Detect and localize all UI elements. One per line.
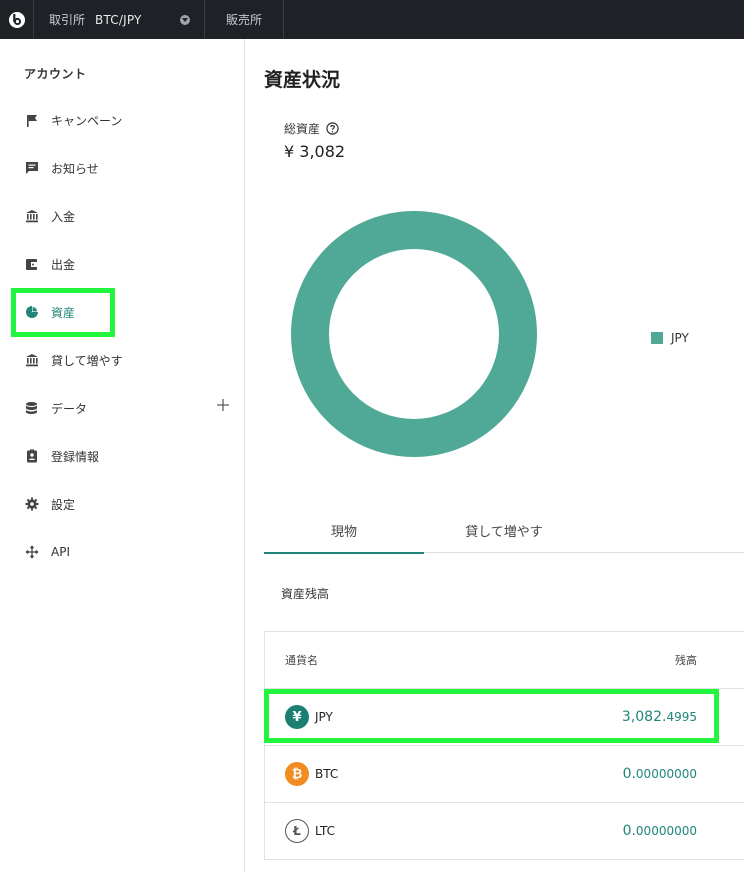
balance-cell: 3,082.4995	[622, 709, 697, 725]
sidebar-item-campaign[interactable]: キャンペーン	[0, 96, 244, 144]
gear-icon	[24, 497, 39, 512]
sidebar-item-label: 設定	[51, 497, 76, 512]
sidebar-item-label: お知らせ	[51, 161, 99, 176]
message-icon	[24, 161, 39, 176]
sidebar-item-label: 貸して増やす	[51, 353, 123, 368]
currency-cell: ₿ BTC	[285, 762, 338, 786]
total-assets-value: ¥ 3,082	[284, 142, 346, 161]
sidebar-item-assets[interactable]: 資産	[0, 288, 244, 336]
sidebar-item-data[interactable]: データ	[0, 384, 244, 432]
exchange-selector[interactable]: 取引所 BTC/JPY	[34, 0, 205, 39]
sidebar: アカウント キャンペーン お知らせ 入金 出金 資産 貸して増やす データ 登録…	[0, 39, 245, 872]
yen-coin-icon: ¥	[285, 705, 309, 729]
sidebar-item-label: 登録情報	[51, 449, 100, 464]
exchange-label: 取引所	[49, 13, 86, 27]
balance-fraction: 00000000	[635, 767, 697, 781]
bank-icon	[24, 353, 39, 368]
balance-cell: 0.00000000	[623, 766, 697, 782]
header-balance: 残高	[675, 654, 697, 667]
sidebar-item-label: 資産	[51, 305, 76, 320]
dropdown-icon	[180, 14, 190, 25]
balance-main: 3,082.	[621, 709, 667, 725]
balance-main: 0.	[622, 823, 636, 839]
sales-tab[interactable]: 販売所	[205, 0, 284, 39]
main-content: 資産状況 総資産 ¥ 3,082 JPY 現物 貸して増やす 資産残高 通貨名 …	[245, 39, 744, 872]
currency-name: LTC	[315, 824, 336, 838]
flag-icon	[24, 113, 39, 128]
sidebar-heading: アカウント	[24, 67, 87, 81]
top-bar: 取引所 BTC/JPY 販売所	[0, 0, 744, 39]
sidebar-item-label: キャンペーン	[51, 113, 123, 128]
header-currency: 通貨名	[285, 654, 318, 667]
litecoin-coin-icon: Ł	[285, 819, 309, 843]
total-assets-text: 総資産	[284, 122, 321, 136]
logo-icon	[8, 11, 25, 28]
sidebar-item-label: 入金	[51, 209, 76, 224]
sidebar-item-label: 出金	[51, 257, 76, 272]
balance-table: 通貨名 残高 ¥ JPY 3,082.4995 ₿ BTC 0.00000000…	[264, 631, 744, 860]
bitcoin-coin-icon: ₿	[285, 762, 309, 786]
sidebar-item-lending[interactable]: 貸して増やす	[0, 336, 244, 384]
asset-donut-chart	[291, 211, 537, 457]
bitbank-logo[interactable]	[0, 0, 34, 39]
currency-cell: ¥ JPY	[285, 705, 333, 729]
database-icon	[24, 401, 39, 416]
sidebar-item-profile[interactable]: 登録情報	[0, 432, 244, 480]
sidebar-item-settings[interactable]: 設定	[0, 480, 244, 528]
legend-label-jpy: JPY	[671, 331, 689, 345]
pair-label: BTC/JPY	[95, 12, 142, 27]
sidebar-item-news[interactable]: お知らせ	[0, 144, 244, 192]
pie-chart-icon	[24, 305, 39, 320]
legend-swatch-jpy	[651, 332, 663, 344]
bank-icon	[24, 209, 39, 224]
balance-fraction: 4995	[666, 710, 697, 724]
page-title: 資産状況	[264, 69, 341, 91]
sidebar-item-label: API	[51, 545, 70, 559]
expand-plus-icon[interactable]	[216, 398, 230, 412]
balance-main: 0.	[622, 766, 636, 782]
sidebar-item-api[interactable]: API	[0, 528, 244, 576]
table-row[interactable]: Ł LTC 0.00000000	[265, 803, 744, 860]
tab-lending[interactable]: 貸して増やす	[424, 507, 584, 553]
asset-tabs: 現物 貸して増やす	[264, 507, 744, 554]
table-row[interactable]: ¥ JPY 3,082.4995	[265, 689, 744, 746]
donut-slice-jpy	[291, 211, 537, 457]
balance-fraction: 00000000	[635, 824, 697, 838]
table-row[interactable]: ₿ BTC 0.00000000	[265, 746, 744, 803]
table-header: 通貨名 残高	[265, 632, 744, 689]
sidebar-item-withdraw[interactable]: 出金	[0, 240, 244, 288]
total-assets-label: 総資産	[284, 120, 339, 137]
currency-cell: Ł LTC	[285, 819, 335, 843]
id-badge-icon	[24, 449, 39, 464]
sidebar-item-deposit[interactable]: 入金	[0, 192, 244, 240]
api-icon	[24, 545, 39, 560]
chart-legend: JPY	[651, 331, 689, 345]
balance-section-title: 資産残高	[281, 587, 330, 601]
help-icon[interactable]	[326, 122, 339, 135]
balance-cell: 0.00000000	[623, 823, 697, 839]
currency-name: JPY	[315, 710, 333, 724]
currency-name: BTC	[315, 767, 339, 781]
sidebar-item-label: データ	[51, 401, 88, 416]
tab-spot[interactable]: 現物	[264, 507, 424, 554]
wallet-icon	[24, 257, 39, 272]
